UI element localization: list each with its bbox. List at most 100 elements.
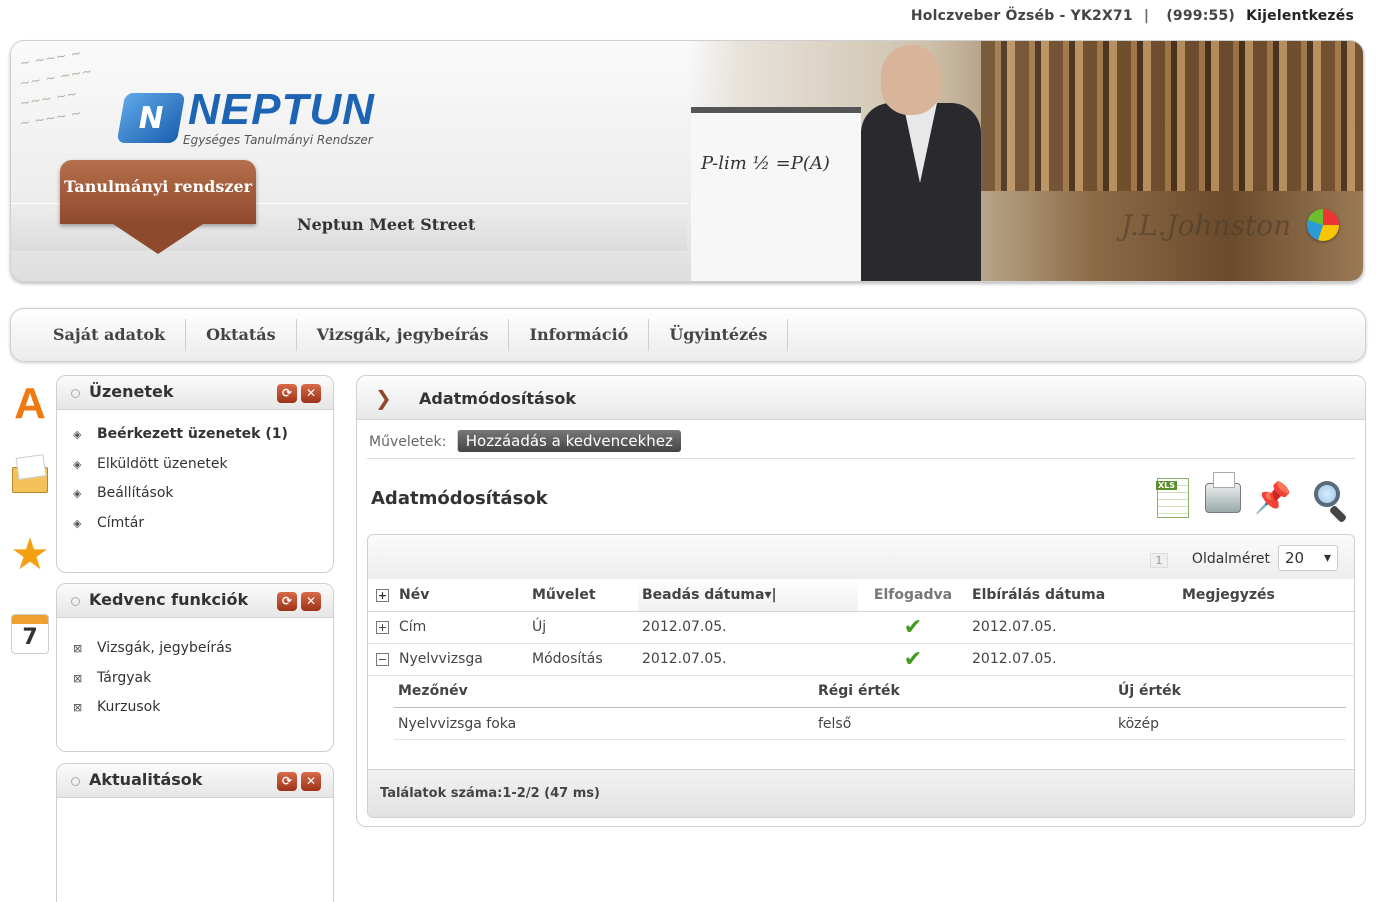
cell-operation: Módosítás xyxy=(528,643,638,676)
grid-toolbar: 1 Oldalméret 20 xyxy=(368,535,1354,579)
bookshelf-image xyxy=(981,41,1363,191)
active-tab-pointer xyxy=(110,222,206,254)
refresh-icon[interactable]: ⟳ xyxy=(277,772,297,791)
calendar-icon[interactable]: 7 xyxy=(10,612,50,656)
collapse-row-icon[interactable]: − xyxy=(376,653,389,666)
content-panel: ❯ Adatmódosítások Műveletek: Hozzáadás a… xyxy=(356,375,1366,827)
page-size-label: Oldalméret xyxy=(1191,551,1270,567)
column-header-elfogadva[interactable]: Elfogadva xyxy=(858,579,968,612)
divider xyxy=(367,458,1355,459)
logo-subtitle: Egységes Tanulmányi Rendszer xyxy=(183,133,373,147)
panel-bullet-icon xyxy=(71,597,80,606)
nav-sajat-adatok[interactable]: Saját adatok xyxy=(33,319,187,351)
close-icon[interactable]: ✕ xyxy=(301,772,321,791)
close-icon[interactable]: ✕ xyxy=(301,592,321,611)
search-icon[interactable] xyxy=(1303,474,1343,522)
favorite-item-vizsgak[interactable]: ⊠ Vizsgák, jegybeírás xyxy=(73,634,333,664)
tab-tanulmanyi-rendszer[interactable]: Tanulmányi rendszer xyxy=(60,160,256,224)
favorites-star-icon[interactable]: ★ xyxy=(10,529,50,580)
favorites-panel: Kedvenc funkciók ⟳ ✕ ⊠ Vizsgák, jegybeírá… xyxy=(56,583,334,752)
news-panel: Aktualitások ⟳ ✕ xyxy=(56,763,334,902)
formula-image: P-lim ½ =P(A) xyxy=(701,153,830,174)
messages-panel: Üzenetek ⟳ ✕ ◈ Beérkezett üzenetek (1) ◈ E… xyxy=(56,375,334,573)
messages-panel-title: Üzenetek xyxy=(89,382,174,401)
cell-decided: 2012.07.05. xyxy=(968,611,1178,644)
diamond-bullet-icon: ◈ xyxy=(73,516,82,530)
news-panel-header: Aktualitások ⟳ ✕ xyxy=(57,764,333,798)
nav-informacio[interactable]: Információ xyxy=(509,319,650,351)
add-to-favorites-button[interactable]: Hozzáadás a kedvencekhez xyxy=(456,430,681,452)
favorite-item-kurzusok[interactable]: ⊠ Kurzusok xyxy=(73,693,333,723)
session-timer: (999:55) xyxy=(1166,8,1236,24)
remove-favorite-icon[interactable]: ⊠ xyxy=(73,694,87,723)
font-size-icon[interactable]: A xyxy=(10,379,50,428)
nav-ugyintezes[interactable]: Ügyintézés xyxy=(649,319,789,351)
expand-all-icon[interactable]: + xyxy=(376,588,389,602)
table-header-row: + Név Művelet Beadás dátuma▾| Elfogadva E… xyxy=(368,579,1354,612)
detail-old-value: felső xyxy=(814,707,1114,740)
detail-column-mezonev: Mezőnév xyxy=(394,675,814,708)
diamond-bullet-icon: ◈ xyxy=(73,487,82,500)
results-table: + Név Művelet Beadás dátuma▾| Elfogadva E… xyxy=(368,579,1354,740)
results-count: Találatok száma:1-2/2 (47 ms) xyxy=(368,769,1354,817)
messages-icon[interactable] xyxy=(10,458,50,502)
favorite-item-targyak[interactable]: ⊠ Tárgyak xyxy=(73,664,333,694)
favorites-panel-header: Kedvenc funkciók ⟳ ✕ xyxy=(57,584,333,618)
main-navigation: Saját adatok Oktatás Vizsgák, jegybeírás… xyxy=(10,308,1366,362)
page-title: Adatmódosítások xyxy=(371,488,548,509)
favorites-panel-title: Kedvenc funkciók xyxy=(89,590,249,609)
pager-page-1[interactable]: 1 xyxy=(1150,553,1168,568)
menu-item-inbox[interactable]: ◈ Beérkezett üzenetek (1) xyxy=(73,420,333,450)
table-row[interactable]: + Cím Új 2012.07.05. ✔ 2012.07.05. xyxy=(368,611,1354,644)
chevron-right-icon: ❯ xyxy=(375,386,392,410)
detail-row-item: Nyelvvizsga foka felső közép xyxy=(394,707,1346,740)
menu-item-sent[interactable]: ◈ Elküldött üzenetek xyxy=(73,450,333,480)
actions-label: Műveletek: xyxy=(369,434,447,450)
print-icon[interactable] xyxy=(1203,472,1243,522)
remove-favorite-icon[interactable]: ⊠ xyxy=(73,635,87,664)
pin-icon[interactable]: 📌 xyxy=(1253,474,1293,522)
actions-bar: Műveletek: Hozzáadás a kedvencekhez xyxy=(369,430,681,452)
cell-submitted: 2012.07.05. xyxy=(638,643,858,676)
menu-item-settings[interactable]: ◈ Beállítások xyxy=(73,479,333,509)
table-row[interactable]: − Nyelvvizsga Módosítás 2012.07.05. ✔ 201… xyxy=(368,643,1354,676)
user-bar: Holczveber Özséb - YK2X71 | (999:55) Kij… xyxy=(905,8,1354,24)
nav-oktatas[interactable]: Oktatás xyxy=(186,319,297,351)
news-panel-title: Aktualitások xyxy=(89,770,203,789)
content-header: ❯ Adatmódosítások xyxy=(357,376,1365,420)
checkmark-icon: ✔ xyxy=(903,646,923,672)
menu-item-directory[interactable]: ◈ Címtár xyxy=(73,509,333,539)
neptun-logo-icon: N xyxy=(116,93,186,143)
content-header-title: Adatmódosítások xyxy=(419,389,576,408)
refresh-icon[interactable]: ⟳ xyxy=(277,592,297,611)
remove-favorite-icon[interactable]: ⊠ xyxy=(73,665,87,694)
logout-link[interactable]: Kijelentkezés xyxy=(1246,8,1354,24)
teacher-image xyxy=(851,41,991,281)
detail-new-value: közép xyxy=(1114,707,1346,740)
column-header-megjegyzes[interactable]: Megjegyzés xyxy=(1178,579,1354,612)
column-header-beadas-datuma[interactable]: Beadás dátuma▾| xyxy=(638,579,858,612)
user-name: Holczveber Özséb - YK2X71 xyxy=(910,8,1133,24)
panel-bullet-icon xyxy=(71,777,80,786)
theme-selector-icon[interactable] xyxy=(1307,209,1339,241)
cell-name: + Cím xyxy=(368,611,528,644)
cell-accepted: ✔ xyxy=(858,611,968,644)
cell-note xyxy=(1178,611,1354,644)
detail-table: Mezőnév Régi érték Új érték Nyelvvizsga … xyxy=(394,675,1346,740)
expand-row-icon[interactable]: + xyxy=(376,621,389,634)
page-size-select[interactable]: 20 xyxy=(1278,545,1338,571)
user-separator: | xyxy=(1143,8,1150,24)
detail-container: Mezőnév Régi érték Új érték Nyelvvizsga … xyxy=(368,675,1354,740)
nav-vizsgak[interactable]: Vizsgák, jegybeírás xyxy=(297,319,510,351)
refresh-icon[interactable]: ⟳ xyxy=(277,384,297,403)
close-icon[interactable]: ✕ xyxy=(301,384,321,403)
cell-decided: 2012.07.05. xyxy=(968,643,1178,676)
column-header-nev[interactable]: + Név xyxy=(368,579,528,612)
column-header-elbiralas-datuma[interactable]: Elbírálás dátuma xyxy=(968,579,1178,612)
detail-row: Mezőnév Régi érték Új érték Nyelvvizsga … xyxy=(368,675,1354,740)
column-header-muvelet[interactable]: Művelet xyxy=(528,579,638,612)
sort-desc-icon: ▾ xyxy=(764,586,772,603)
tab-neptun-meet-street[interactable]: Neptun Meet Street xyxy=(297,215,475,234)
excel-export-icon[interactable] xyxy=(1153,474,1193,522)
detail-header-row: Mezőnév Régi érték Új érték xyxy=(394,675,1346,708)
